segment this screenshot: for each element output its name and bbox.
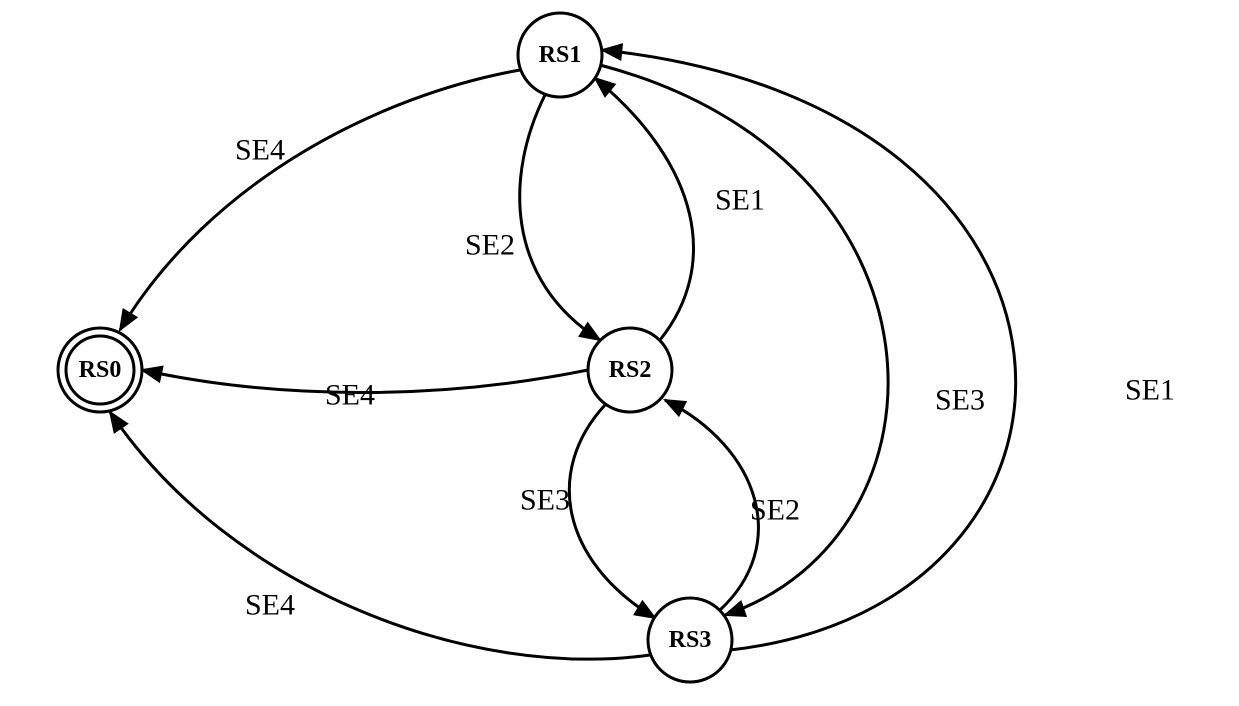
edge-label-rs2-rs1-se1: SE1 (715, 184, 765, 217)
state-diagram: SE4 SE4 SE4 SE2 SE1 SE3 SE2 SE1 SE3 RS0 RS1 RS2 RS3 (0, 0, 1239, 706)
edge-label-rs3-rs1-se1: SE1 (1125, 374, 1175, 407)
edge-path-rs2-rs1-se1 (595, 78, 693, 340)
edge-rs2-rs3-se3: SE3 (520, 405, 655, 618)
node-label-rs0: RS0 (79, 357, 122, 383)
edge-label-rs3-rs2-se2: SE2 (750, 494, 800, 527)
edge-rs3-rs0-se4: SE4 (110, 412, 650, 659)
edge-path-rs1-rs2-se2 (520, 95, 600, 340)
node-label-rs1: RS1 (539, 42, 582, 68)
edge-rs2-rs0-se4: SE4 (142, 370, 588, 412)
edge-path-rs3-rs2-se2 (665, 400, 758, 610)
edge-rs1-rs0-se4: SE4 (120, 70, 520, 330)
node-label-rs3: RS3 (669, 627, 712, 653)
edge-rs3-rs2-se2: SE2 (665, 400, 800, 610)
edge-rs1-rs2-se2: SE2 (465, 95, 600, 340)
edge-label-rs1-rs3-se3: SE3 (935, 384, 985, 417)
edge-path-rs3-rs0-se4 (110, 412, 650, 659)
edge-label-rs2-rs3-se3: SE3 (520, 484, 570, 517)
edge-label-rs1-rs0-se4: SE4 (235, 134, 285, 167)
edge-rs2-rs1-se1: SE1 (595, 78, 765, 340)
node-rs1: RS1 (518, 13, 602, 97)
node-rs2: RS2 (588, 328, 672, 412)
edge-path-rs1-rs0-se4 (120, 70, 520, 330)
edge-rs3-rs1-se1: SE1 (602, 50, 1175, 650)
edge-path-rs2-rs3-se3 (569, 405, 655, 618)
edge-label-rs3-rs0-se4: SE4 (245, 589, 295, 622)
node-rs0: RS0 (58, 328, 142, 412)
edge-label-rs2-rs0-se4: SE4 (325, 379, 375, 412)
node-rs3: RS3 (648, 598, 732, 682)
edge-label-rs1-rs2-se2: SE2 (465, 229, 515, 262)
node-label-rs2: RS2 (609, 357, 652, 383)
